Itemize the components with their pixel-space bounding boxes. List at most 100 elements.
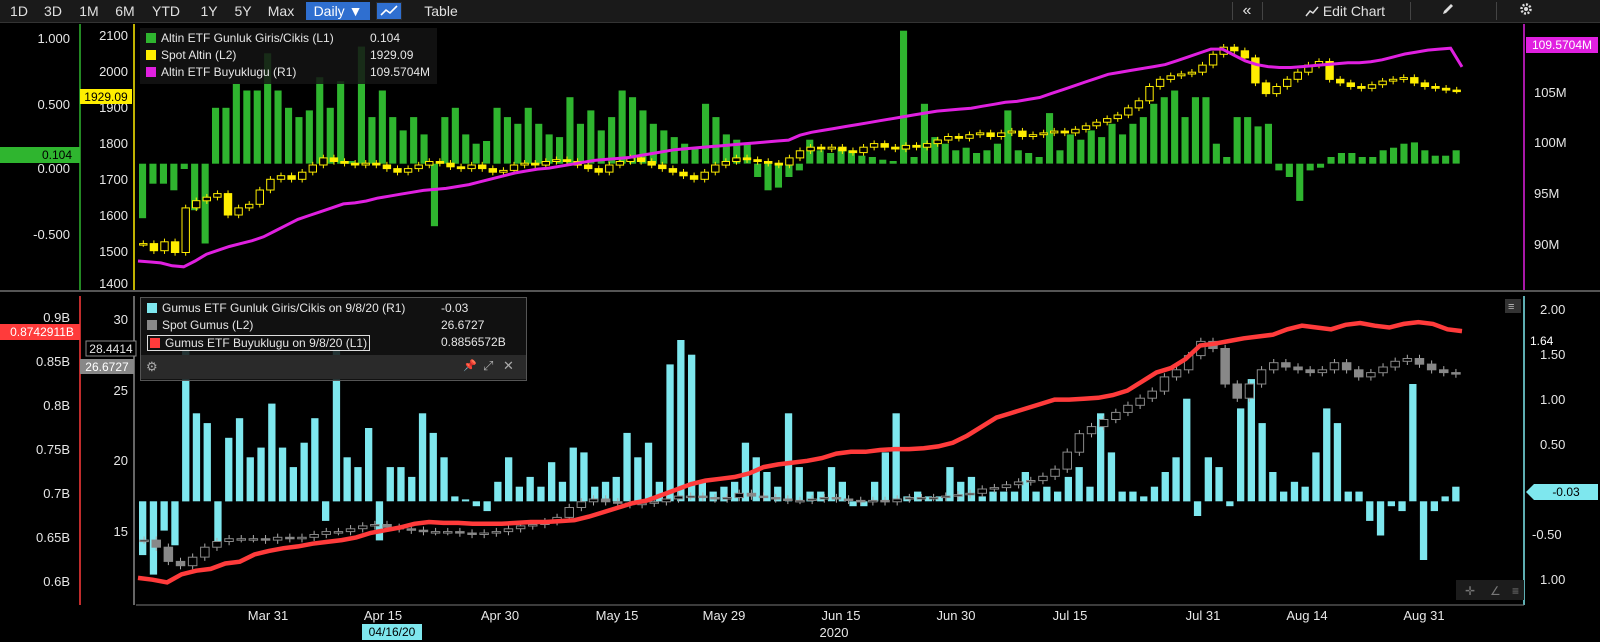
tick-label: 95M bbox=[1534, 186, 1559, 201]
x-tick-label: Apr 15 bbox=[364, 608, 402, 623]
legend-item-gold-size[interactable]: Altin ETF Buyuklugu (R1) bbox=[146, 65, 296, 79]
legend-item-silver-flow[interactable]: Gumus ETF Gunluk Giris/Cikis on 9/8/20 (… bbox=[147, 301, 405, 315]
frequency-dropdown[interactable]: Daily ▼ bbox=[306, 2, 370, 20]
top-legend: Altin ETF Gunluk Giris/Cikis (L1) 0.104 … bbox=[140, 28, 437, 84]
flow-bar bbox=[201, 163, 209, 244]
price-candle bbox=[1399, 74, 1408, 83]
legend-item-silver-size[interactable]: Gumus ETF Buyuklugu on 9/8/20 (L1) bbox=[147, 335, 371, 351]
crosshair-icon[interactable]: ✛ bbox=[1465, 584, 1475, 598]
range-5y[interactable]: 5Y bbox=[230, 2, 256, 20]
x-tick-label: Jun 30 bbox=[936, 608, 975, 623]
flow-bar bbox=[952, 150, 960, 164]
flow-bar bbox=[1306, 163, 1314, 171]
close-icon[interactable]: ✕ bbox=[503, 358, 514, 374]
flow-bar bbox=[375, 501, 384, 541]
silver-flow-tag-label: -0.03 bbox=[1552, 485, 1580, 499]
range-1y[interactable]: 1Y bbox=[196, 2, 222, 20]
range-3d[interactable]: 3D bbox=[38, 2, 68, 20]
flow-bar bbox=[889, 161, 897, 164]
price-candle bbox=[1198, 61, 1207, 76]
price-candle bbox=[272, 533, 283, 544]
price-candle bbox=[1329, 359, 1340, 374]
price-candle bbox=[1293, 69, 1302, 83]
flow-bar bbox=[1004, 110, 1012, 164]
chart-type-button[interactable] bbox=[376, 2, 402, 20]
legend-value: 1929.09 bbox=[370, 48, 414, 62]
price-candle bbox=[200, 543, 210, 561]
x-axis-year: 2020 bbox=[820, 625, 849, 640]
price-candle bbox=[1261, 79, 1271, 97]
flow-bar bbox=[472, 143, 480, 164]
price-candle bbox=[1134, 97, 1144, 112]
tick-label: 2000 bbox=[99, 64, 128, 79]
legend-value: 26.6727 bbox=[441, 318, 485, 332]
price-candle bbox=[904, 493, 915, 503]
price-candle bbox=[594, 165, 603, 176]
flow-bar bbox=[1043, 486, 1051, 502]
x-tick-label: Jul 15 bbox=[1053, 608, 1088, 623]
tick-label: 1.00 bbox=[1540, 392, 1565, 407]
flow-bar bbox=[816, 150, 824, 164]
price-candle bbox=[393, 165, 402, 176]
range-1m[interactable]: 1M bbox=[74, 2, 104, 20]
panel-options-icon: ≡ bbox=[1508, 301, 1514, 313]
flow-bar bbox=[1366, 501, 1374, 521]
price-candle bbox=[1038, 472, 1048, 485]
flow-bar bbox=[159, 163, 167, 184]
legend-item-spot-gold[interactable]: Spot Altin (L2) bbox=[146, 48, 236, 62]
range-1d[interactable]: 1D bbox=[4, 2, 34, 20]
tick-label: 0.500 bbox=[37, 97, 70, 112]
tick-label: 1800 bbox=[99, 136, 128, 151]
list-icon[interactable]: ≡ bbox=[1512, 584, 1519, 598]
price-candle bbox=[255, 186, 265, 208]
range-ytd[interactable]: YTD bbox=[146, 2, 186, 20]
price-candle bbox=[859, 143, 868, 156]
price-candle bbox=[1293, 363, 1303, 374]
edit-chart-icon bbox=[1305, 6, 1319, 17]
settings-button[interactable] bbox=[1514, 2, 1538, 20]
flow-bar bbox=[274, 90, 282, 164]
flow-bar bbox=[1387, 501, 1395, 507]
legend-item-gold-flow[interactable]: Altin ETF Gunluk Giris/Cikis (L1) bbox=[146, 31, 334, 45]
legend-swatch bbox=[147, 320, 157, 330]
price-candle bbox=[175, 557, 186, 570]
toolbar-divider bbox=[1232, 2, 1233, 20]
annotate-button[interactable] bbox=[1436, 2, 1460, 20]
x-tick-label: Mar 31 bbox=[248, 608, 288, 623]
price-candle bbox=[1166, 72, 1175, 83]
edit-chart-button[interactable]: Edit Chart bbox=[1290, 2, 1400, 20]
legend-item-spot-silver[interactable]: Spot Gumus (L2) bbox=[147, 318, 253, 332]
flow-bar bbox=[849, 501, 857, 507]
flow-bar bbox=[569, 447, 577, 502]
price-candle bbox=[1281, 359, 1291, 371]
flow-bar bbox=[1358, 157, 1366, 164]
flow-bar bbox=[461, 499, 470, 502]
price-candle bbox=[276, 172, 286, 183]
range-max[interactable]: Max bbox=[264, 2, 298, 20]
flow-bar bbox=[702, 103, 710, 164]
flow-bar bbox=[688, 354, 696, 502]
flow-bar bbox=[462, 134, 470, 164]
flow-bar bbox=[418, 413, 427, 502]
x-tick-label: Jul 31 bbox=[1186, 608, 1221, 623]
flow-bar bbox=[709, 491, 717, 502]
gear-icon[interactable]: ⚙ bbox=[146, 359, 158, 375]
tick-label: 2.00 bbox=[1540, 302, 1565, 317]
price-candle bbox=[1272, 83, 1281, 97]
flow-bar bbox=[1280, 491, 1288, 502]
price-candle bbox=[1135, 394, 1145, 409]
pin-icon[interactable]: 📌 bbox=[463, 359, 477, 372]
flow-bar bbox=[1160, 97, 1168, 164]
price-candle bbox=[163, 543, 174, 566]
expand-icon[interactable]: ⤢ bbox=[483, 358, 493, 374]
flow-bar bbox=[1086, 486, 1094, 502]
price-candle bbox=[1354, 366, 1364, 381]
range-6m[interactable]: 6M bbox=[110, 2, 140, 20]
flow-bar bbox=[1046, 113, 1054, 164]
draw-line-icon[interactable]: ∠ bbox=[1490, 584, 1501, 598]
flow-bar bbox=[1333, 423, 1342, 502]
collapse-button[interactable]: « bbox=[1236, 2, 1258, 20]
price-candle bbox=[1147, 387, 1157, 402]
table-button[interactable]: Table bbox=[416, 2, 466, 20]
flow-bar bbox=[1139, 117, 1147, 164]
